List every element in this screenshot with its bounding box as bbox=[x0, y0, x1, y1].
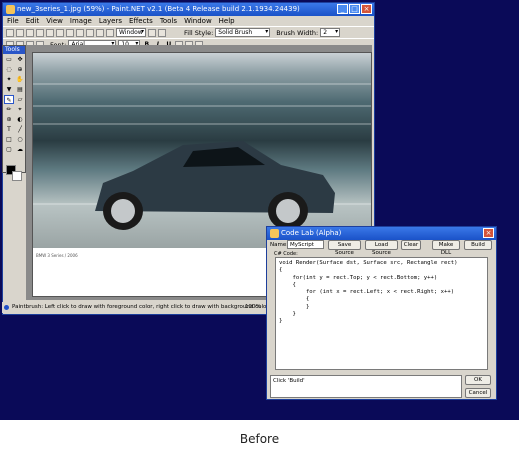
code-line: for(int y = rect.Top; y < rect.Bottom; y… bbox=[279, 274, 438, 281]
copy-icon[interactable] bbox=[56, 28, 64, 37]
menu-edit[interactable]: Edit bbox=[26, 16, 40, 26]
recolor-icon[interactable]: ◐ bbox=[15, 115, 25, 124]
cut-icon[interactable] bbox=[46, 28, 54, 37]
deselect-icon[interactable] bbox=[86, 28, 94, 37]
menu-image[interactable]: Image bbox=[70, 16, 92, 26]
menu-view[interactable]: View bbox=[46, 16, 63, 26]
paste-icon[interactable] bbox=[66, 28, 74, 37]
paintnet-titlebar[interactable]: new_3series_1.jpg (59%) - Paint.NET v2.1… bbox=[3, 3, 374, 16]
menu-effects[interactable]: Effects bbox=[129, 16, 153, 26]
codelab-title: Code Lab (Alpha) bbox=[281, 229, 342, 237]
freeform-icon[interactable]: ☁ bbox=[15, 145, 25, 154]
paint-bucket-icon[interactable]: ▼ bbox=[4, 85, 14, 94]
crop-icon[interactable] bbox=[76, 28, 84, 37]
code-line: { bbox=[279, 267, 283, 274]
new-file-icon[interactable] bbox=[6, 28, 14, 37]
pencil-icon[interactable]: ✏ bbox=[4, 105, 14, 114]
tools-title: Tools bbox=[3, 46, 25, 54]
code-line: } bbox=[279, 311, 296, 318]
rectangle-select-icon[interactable]: ▭ bbox=[4, 55, 14, 64]
load-source-button[interactable]: Load Source bbox=[365, 240, 398, 256]
brush-width-combo[interactable]: 2 bbox=[320, 28, 341, 37]
ellipse-icon[interactable]: ○ bbox=[15, 135, 25, 144]
fill-style-combo[interactable]: Solid Brush bbox=[215, 28, 271, 37]
name-label: Name: bbox=[270, 242, 289, 248]
ok-button[interactable]: OK bbox=[465, 375, 491, 385]
menu-bar: File Edit View Image Layers Effects Tool… bbox=[3, 16, 374, 26]
menu-file[interactable]: File bbox=[7, 16, 19, 26]
code-editor[interactable]: void Render(Surface dst, Surface src, Re… bbox=[275, 257, 488, 370]
window-combo[interactable]: Window bbox=[116, 28, 146, 37]
lasso-select-icon[interactable]: ◌ bbox=[4, 65, 14, 74]
minimize-icon[interactable]: _ bbox=[337, 4, 348, 14]
status-text: Paintbrush: Left click to draw with fore… bbox=[12, 304, 269, 310]
code-line: void Render(Surface dst, Surface src, Re… bbox=[279, 260, 458, 266]
car-silhouette bbox=[95, 141, 335, 230]
code-line: { bbox=[279, 281, 296, 288]
cancel-button[interactable]: Cancel bbox=[465, 388, 491, 398]
save-icon[interactable] bbox=[26, 28, 34, 37]
tools-window: Tools ▭ ✥ ◌ ⊕ ✦ ✋ ▼ ▤ ✎ ▱ ✏ ⌖ ⊛ ◐ T ╱ □ … bbox=[2, 45, 26, 173]
codelab-close-icon[interactable]: × bbox=[483, 228, 494, 238]
code-line: { bbox=[279, 296, 310, 303]
menu-tools[interactable]: Tools bbox=[160, 16, 177, 26]
paintnet-title: new_3series_1.jpg (59%) - Paint.NET v2.1… bbox=[17, 5, 300, 13]
pan-icon[interactable]: ✋ bbox=[15, 75, 25, 84]
menu-help[interactable]: Help bbox=[219, 16, 235, 26]
paintbrush-icon[interactable]: ✎ bbox=[4, 95, 14, 104]
line-icon[interactable]: ╱ bbox=[15, 125, 25, 134]
menu-layers[interactable]: Layers bbox=[99, 16, 122, 26]
codelab-app-icon bbox=[270, 229, 279, 238]
secondary-color-swatch[interactable] bbox=[12, 171, 22, 181]
paintbrush-status-icon bbox=[4, 305, 9, 310]
codelab-titlebar[interactable]: Code Lab (Alpha) × bbox=[267, 227, 496, 240]
save-source-button[interactable]: Save Source bbox=[328, 240, 361, 256]
before-caption: Before bbox=[239, 432, 280, 446]
print-icon[interactable] bbox=[36, 28, 44, 37]
build-output: Click 'Build' bbox=[270, 375, 462, 398]
redo-icon[interactable] bbox=[106, 28, 114, 37]
eraser-icon[interactable]: ▱ bbox=[15, 95, 25, 104]
grid-icon[interactable] bbox=[148, 28, 156, 37]
zoom-icon[interactable]: ⊕ bbox=[15, 65, 25, 74]
zoom-readout: 100% bbox=[245, 304, 261, 310]
menu-window[interactable]: Window bbox=[184, 16, 212, 26]
close-icon[interactable]: × bbox=[361, 4, 372, 14]
open-file-icon[interactable] bbox=[16, 28, 24, 37]
main-toolbar: Window Fill Style: Solid Brush Brush Wid… bbox=[3, 26, 374, 38]
magic-wand-icon[interactable]: ✦ bbox=[4, 75, 14, 84]
rectangle-icon[interactable]: □ bbox=[4, 135, 14, 144]
code-line: for (int x = rect.Left; x < rect.Right; … bbox=[279, 289, 455, 296]
rounded-rect-icon[interactable]: ▢ bbox=[4, 145, 14, 154]
brush-width-label: Brush Width: bbox=[276, 28, 319, 37]
paintnet-app-icon bbox=[6, 5, 15, 14]
code-line: } bbox=[279, 318, 283, 325]
code-line: } bbox=[279, 303, 310, 310]
clone-stamp-icon[interactable]: ⊛ bbox=[4, 115, 14, 124]
color-picker-icon[interactable]: ⌖ bbox=[15, 105, 25, 114]
build-button[interactable]: Build bbox=[464, 240, 492, 250]
fill-style-label: Fill Style: bbox=[184, 28, 214, 37]
script-name-input[interactable]: MyScript bbox=[287, 240, 324, 249]
maximize-icon[interactable]: □ bbox=[349, 4, 360, 14]
undo-icon[interactable] bbox=[96, 28, 104, 37]
rulers-icon[interactable] bbox=[158, 28, 166, 37]
document-caption: BMW 3 Series / 2006 bbox=[36, 253, 78, 258]
car-photo bbox=[33, 53, 371, 248]
make-dll-button[interactable]: Make DLL bbox=[432, 240, 460, 256]
clear-button[interactable]: Clear bbox=[401, 240, 421, 250]
text-icon[interactable]: T bbox=[4, 125, 14, 134]
gradient-icon[interactable]: ▤ bbox=[15, 85, 25, 94]
move-icon[interactable]: ✥ bbox=[15, 55, 25, 64]
